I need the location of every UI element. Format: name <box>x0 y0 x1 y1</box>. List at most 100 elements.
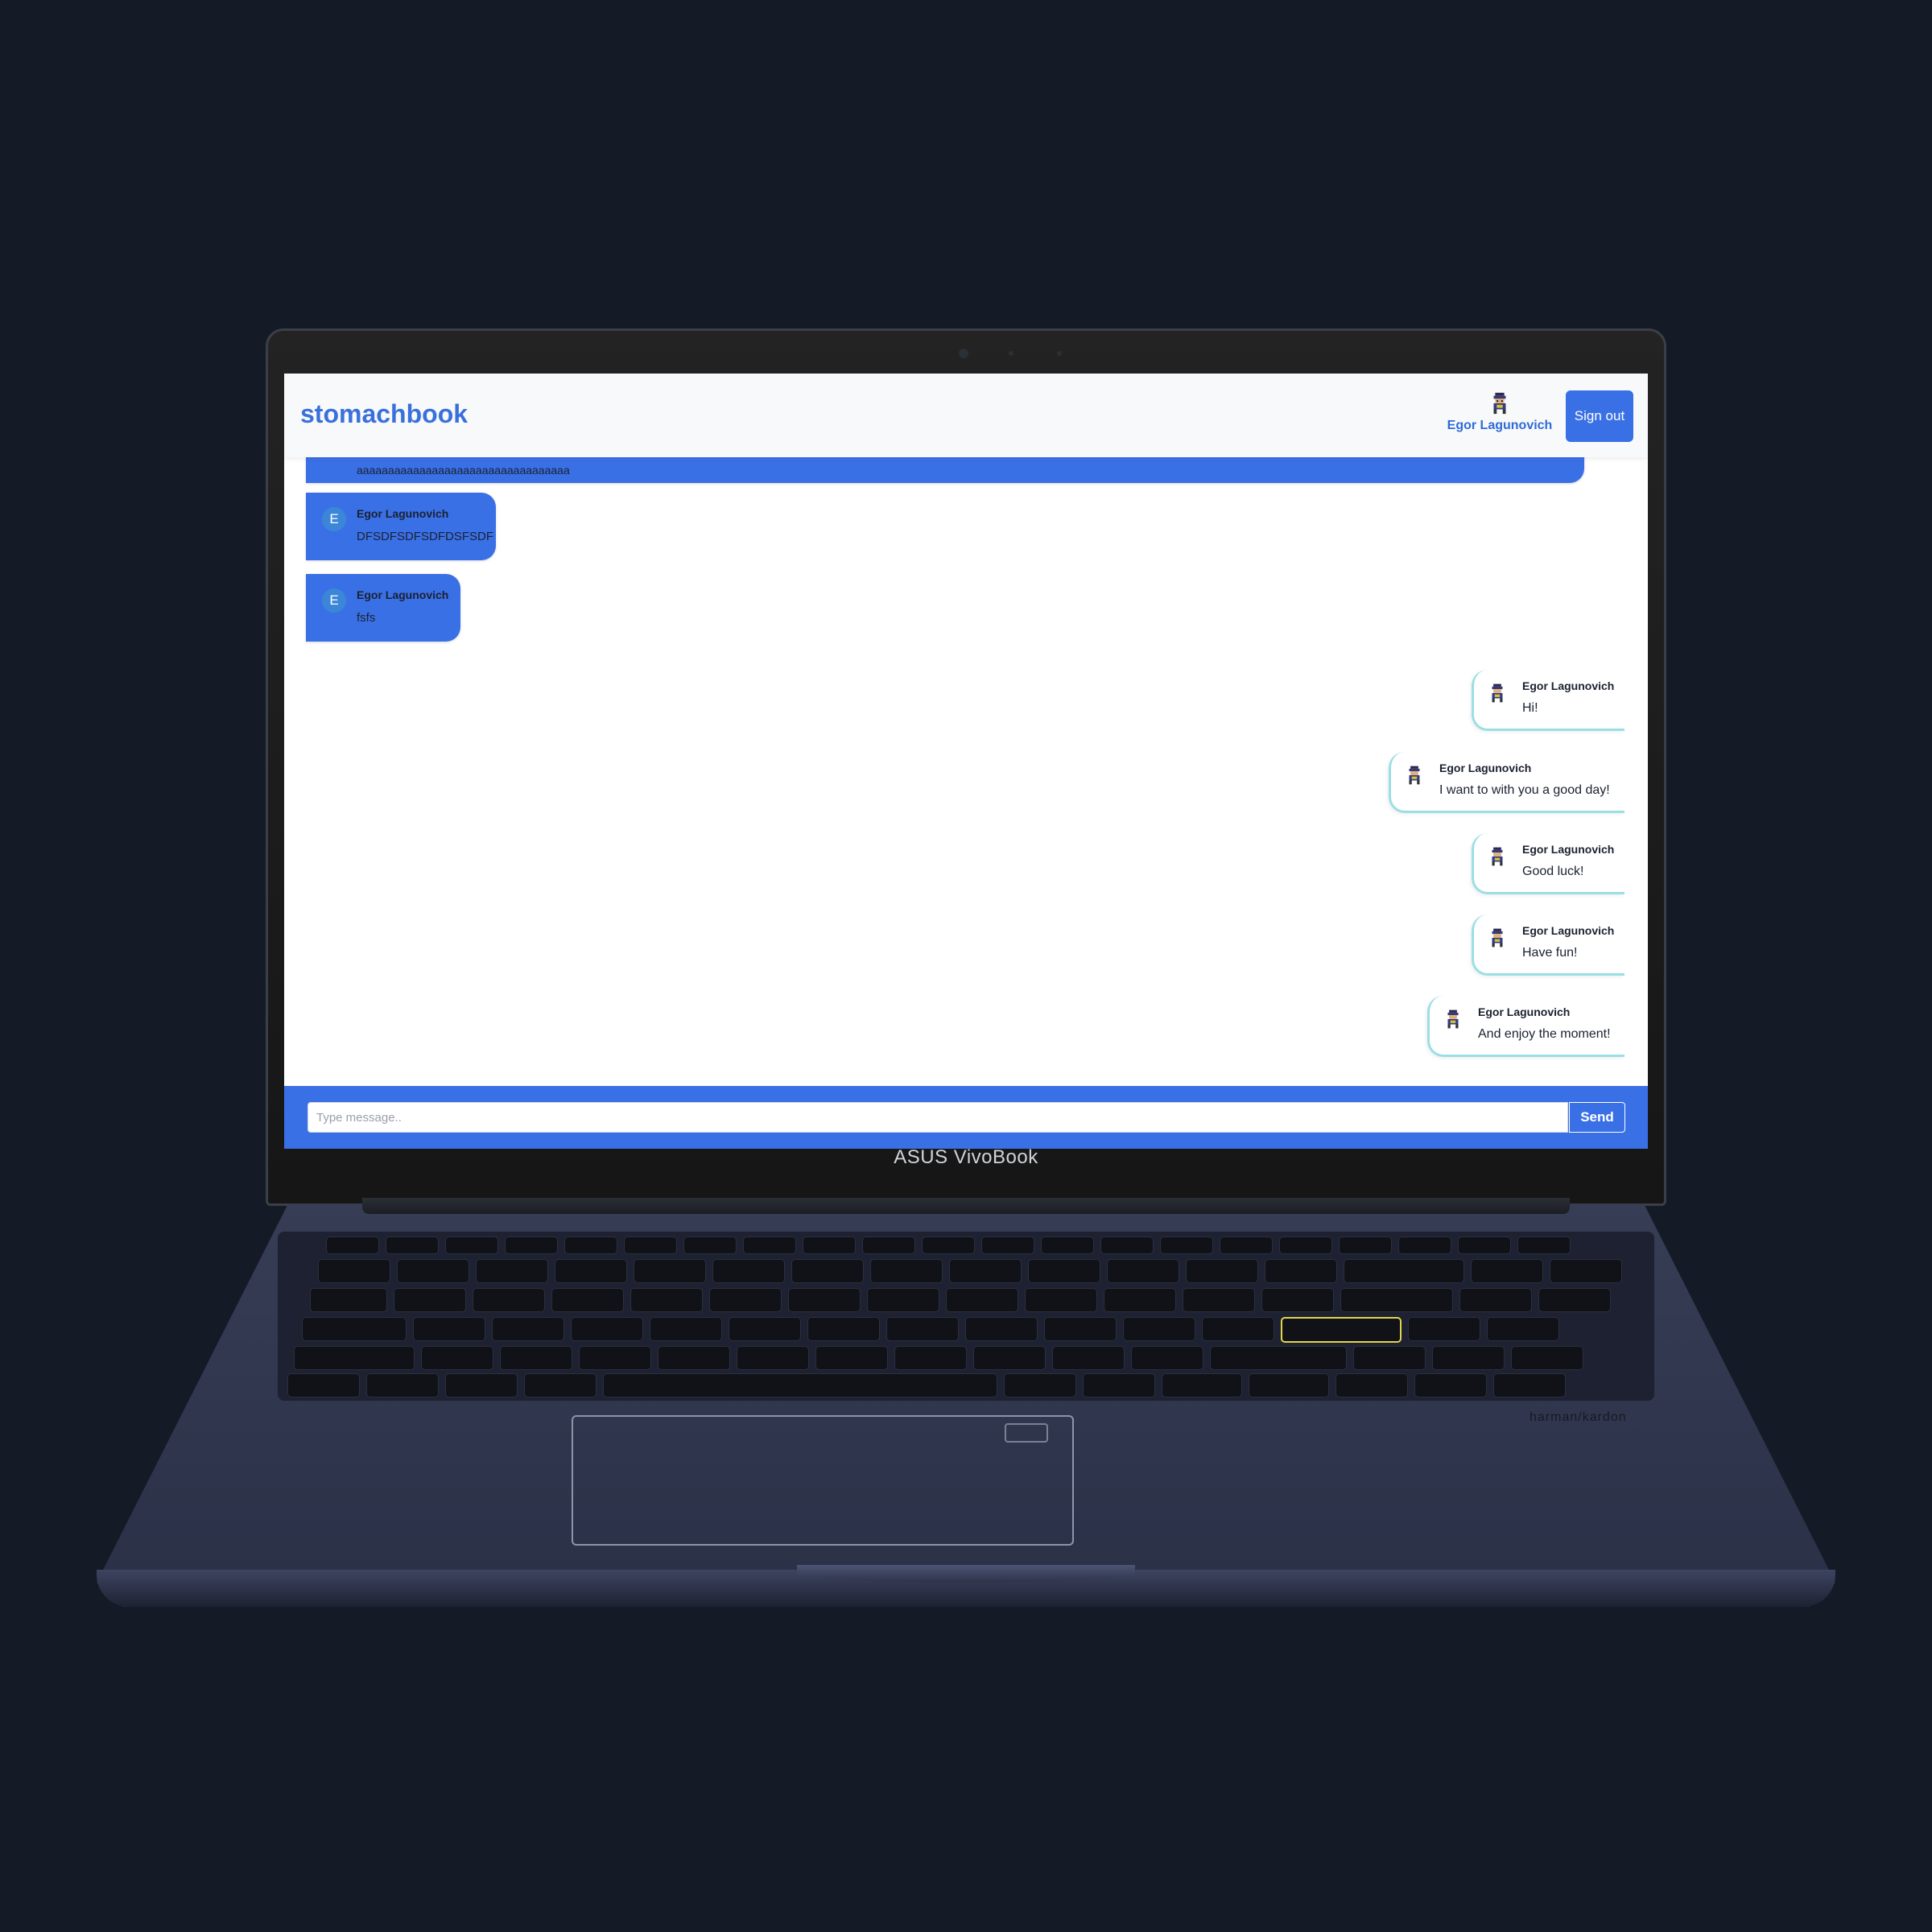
key <box>500 1346 572 1370</box>
key <box>949 1259 1022 1283</box>
key <box>630 1288 703 1312</box>
message-text: Hi! <box>1522 701 1538 715</box>
keyboard-row <box>287 1373 1566 1397</box>
sender-name: Egor Lagunovich <box>1439 762 1532 774</box>
key <box>1458 1236 1511 1254</box>
message-bubble: Egor Lagunovich And enjoy the moment! <box>1427 996 1624 1057</box>
key <box>505 1236 558 1254</box>
key <box>571 1317 643 1341</box>
key <box>1353 1346 1426 1370</box>
message-bubble: Egor Lagunovich Hi! <box>1472 670 1624 731</box>
key <box>894 1346 967 1370</box>
sender-avatar: E <box>322 507 346 531</box>
key-enter <box>1281 1317 1402 1343</box>
lid-notch <box>797 1565 1135 1583</box>
key <box>807 1317 880 1341</box>
user-name[interactable]: Egor Lagunovich <box>1443 419 1556 433</box>
top-navbar: stomachbook Egor Lagunovich Sign out <box>284 374 1648 457</box>
message-text: I want to with you a good day! <box>1439 783 1610 797</box>
keyboard-row <box>326 1236 1571 1254</box>
key <box>981 1236 1034 1254</box>
key <box>564 1236 617 1254</box>
key <box>394 1288 466 1312</box>
key <box>1249 1373 1329 1397</box>
key <box>1183 1288 1255 1312</box>
user-avatar-icon <box>1409 766 1420 785</box>
key <box>397 1259 469 1283</box>
keyboard-row <box>302 1317 1559 1343</box>
key <box>1279 1236 1332 1254</box>
key <box>862 1236 915 1254</box>
key <box>413 1317 485 1341</box>
sensor-icon <box>1009 351 1013 356</box>
key <box>743 1236 796 1254</box>
key <box>1028 1259 1100 1283</box>
key <box>634 1259 706 1283</box>
key <box>867 1288 939 1312</box>
key <box>1432 1346 1505 1370</box>
user-avatar-icon <box>1492 847 1503 866</box>
key <box>650 1317 722 1341</box>
key <box>729 1317 801 1341</box>
laptop-hinge <box>362 1198 1570 1214</box>
key <box>318 1259 390 1283</box>
message-bubble: Egor Lagunovich Good luck! <box>1472 833 1624 894</box>
key <box>1100 1236 1154 1254</box>
key <box>712 1259 785 1283</box>
message-text: aaaaaaaaaaaaaaaaaaaaaaaaaaaaaaaaaa <box>357 464 570 477</box>
sensor-icon <box>1057 351 1062 356</box>
key <box>492 1317 564 1341</box>
app-screen: stomachbook Egor Lagunovich Sign out aaa… <box>284 374 1648 1149</box>
key <box>1220 1236 1273 1254</box>
key <box>1550 1259 1622 1283</box>
key <box>886 1317 959 1341</box>
key <box>803 1236 856 1254</box>
device-brand: ASUS VivoBook <box>894 1146 1038 1168</box>
key <box>1408 1317 1480 1341</box>
key <box>1339 1236 1392 1254</box>
key <box>524 1373 597 1397</box>
key <box>1265 1259 1337 1283</box>
message-input[interactable] <box>308 1102 1568 1133</box>
sign-out-button[interactable]: Sign out <box>1566 390 1633 442</box>
current-user: Egor Lagunovich <box>1443 391 1556 433</box>
key <box>709 1288 782 1312</box>
message-composer: Send <box>284 1086 1648 1149</box>
message-text: fsfs <box>357 611 376 625</box>
key <box>366 1373 439 1397</box>
message-list[interactable]: aaaaaaaaaaaaaaaaaaaaaaaaaaaaaaaaaa E Ego… <box>284 425 1648 1057</box>
key <box>946 1288 1018 1312</box>
key <box>421 1346 493 1370</box>
key <box>1335 1373 1408 1397</box>
key <box>791 1259 864 1283</box>
app-logo[interactable]: stomachbook <box>300 399 468 429</box>
sender-name: Egor Lagunovich <box>1522 924 1615 937</box>
message-bubble: E Egor Lagunovich fsfs <box>306 574 460 642</box>
key <box>1160 1236 1213 1254</box>
key <box>302 1317 407 1341</box>
message-bubble: E Egor Lagunovich DFSDFSDFSDFDSFSDF <box>306 493 496 560</box>
key <box>476 1259 548 1283</box>
key <box>287 1373 360 1397</box>
key <box>965 1317 1038 1341</box>
sender-name: Egor Lagunovich <box>1478 1005 1571 1018</box>
key <box>1517 1236 1571 1254</box>
key <box>310 1288 387 1312</box>
key <box>294 1346 415 1370</box>
key <box>1340 1288 1453 1312</box>
keyboard-row <box>318 1259 1622 1283</box>
keyboard-row <box>294 1346 1583 1370</box>
key <box>1414 1373 1487 1397</box>
key <box>555 1259 627 1283</box>
key <box>1471 1259 1543 1283</box>
message-text: Good luck! <box>1522 865 1584 878</box>
send-button[interactable]: Send <box>1569 1102 1625 1133</box>
keyboard <box>278 1232 1654 1401</box>
key <box>973 1346 1046 1370</box>
user-avatar-icon <box>1493 392 1506 415</box>
key <box>326 1236 379 1254</box>
user-avatar-icon <box>1492 928 1503 947</box>
key <box>1083 1373 1155 1397</box>
user-avatar-icon <box>1447 1009 1459 1029</box>
message-text: And enjoy the moment! <box>1478 1027 1611 1041</box>
